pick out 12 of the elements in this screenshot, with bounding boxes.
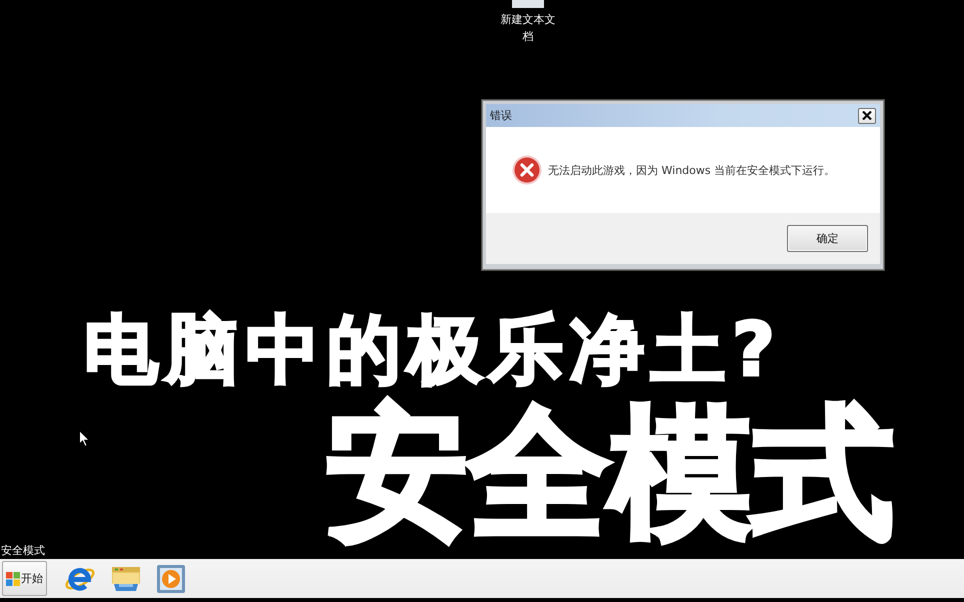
mouse-pointer-icon [79, 430, 90, 447]
safe-mode-label: 安全模式 [1, 544, 45, 557]
close-icon [862, 111, 872, 120]
media-player-icon[interactable] [156, 564, 186, 594]
error-icon [512, 155, 542, 185]
ok-button[interactable]: 确定 [787, 225, 868, 252]
windows-logo-icon [6, 572, 20, 586]
dialog-title: 错误 [490, 108, 512, 123]
start-button[interactable]: 开始 [2, 561, 47, 596]
close-button[interactable] [858, 108, 876, 124]
error-message: 无法启动此游戏，因为 Windows 当前在安全模式下运行。 [548, 162, 836, 178]
icon-label[interactable]: 新建文本文档 [499, 11, 557, 45]
